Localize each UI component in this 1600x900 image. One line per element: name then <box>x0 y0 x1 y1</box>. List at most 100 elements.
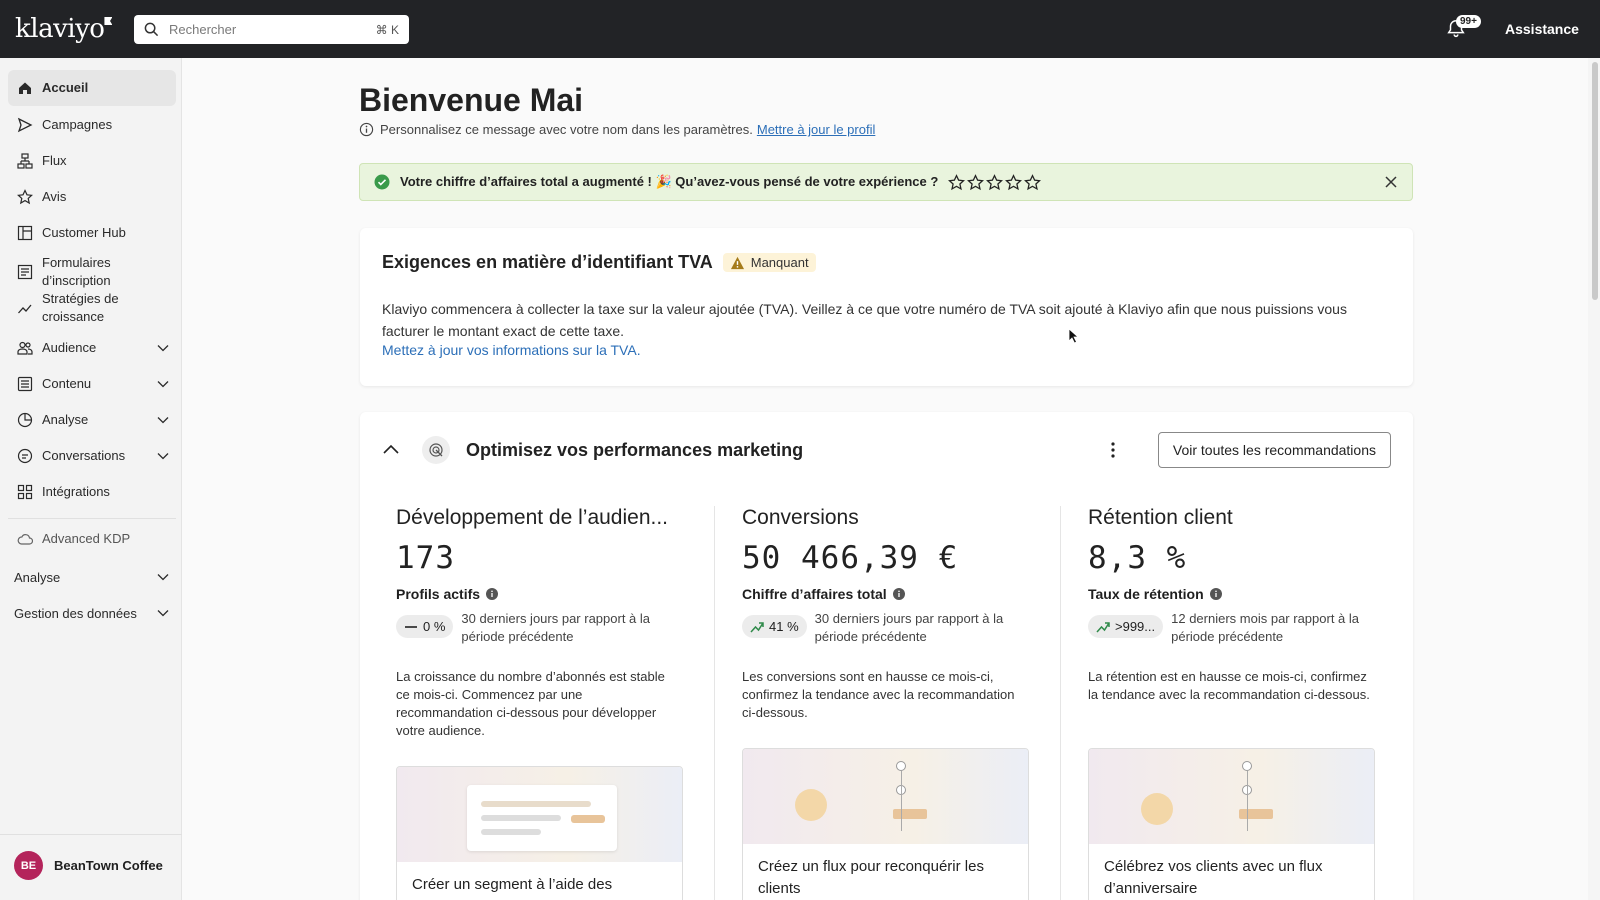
recommendation-card[interactable]: Créez un flux pour reconquérir les clien… <box>742 748 1029 900</box>
vat-card: Exigences en matière d’identifiant TVA M… <box>360 228 1413 386</box>
recommendation-title: Créer un segment à l’aide des <box>412 876 613 893</box>
sidebar-item-analyse[interactable]: Analyse <box>8 409 176 431</box>
scrollbar-thumb[interactable] <box>1592 62 1598 300</box>
recommendation-illustration <box>397 767 682 862</box>
star-rating-3-icon[interactable] <box>986 173 1004 191</box>
subtitle-text: Personnalisez ce message avec votre nom … <box>380 122 753 137</box>
recommendation-card[interactable]: Célébrez vos clients avec un flux d’anni… <box>1088 748 1375 900</box>
recommendation-illustration <box>1089 749 1374 844</box>
metric-value: 8,3 % <box>1088 540 1187 576</box>
column-description: La rétention est en hausse ce mois-ci, c… <box>1088 669 1370 702</box>
column-description: La croissance du nombre d’abonnés est st… <box>396 669 665 738</box>
comparison-period: 12 derniers mois par rapport à la périod… <box>1171 611 1359 644</box>
vat-description: Klaviyo commencera à collecter la taxe s… <box>382 301 1347 339</box>
star-rating-2-icon[interactable] <box>967 173 985 191</box>
check-circle-icon <box>374 174 390 190</box>
chevron-up-icon[interactable] <box>382 441 400 459</box>
search-shortcut: ⌘ K <box>375 22 399 37</box>
info-icon[interactable] <box>486 588 499 600</box>
sidebar-item-advanced-kdp[interactable]: Advanced KDP <box>8 528 176 550</box>
flow-icon <box>16 152 34 170</box>
column-divider <box>1060 506 1061 900</box>
comparison: 0 % 30 derniers jours par rapport à la p… <box>396 610 696 646</box>
avatar: BE <box>14 851 43 880</box>
sidebar-item-audience[interactable]: Audience <box>8 337 176 359</box>
metric-label-text: Taux de rétention <box>1088 586 1204 602</box>
metric-label: Profils actifs <box>396 586 696 602</box>
view-all-recommendations-button[interactable]: Voir toutes les recommandations <box>1157 432 1391 468</box>
sidebar-item-avis[interactable]: Avis <box>8 186 176 208</box>
search-placeholder: Rechercher <box>169 22 237 37</box>
sidebar-item-strategies[interactable]: Stratégies de croissance <box>8 290 176 326</box>
sidebar-item-formulaires[interactable]: Formulaires d’inscription <box>8 254 176 290</box>
account-switcher[interactable]: BE BeanTown Coffee <box>14 851 163 880</box>
badge-text: Manquant <box>750 255 809 270</box>
info-icon[interactable] <box>892 588 905 600</box>
sidebar-item-label: Campagnes <box>42 117 113 132</box>
chevron-down-icon <box>157 381 169 388</box>
home-icon <box>16 79 34 97</box>
sidebar-item-label: Avis <box>42 189 67 204</box>
metric-label: Chiffre d’affaires total <box>742 586 1042 602</box>
sidebar-section-data[interactable]: Gestion des données <box>14 604 170 622</box>
sidebar-item-label: Formulaires d’inscription <box>42 255 111 288</box>
assistance-button[interactable]: Assistance <box>1505 21 1579 37</box>
klaviyo-logo[interactable]: klaviyo <box>15 14 113 44</box>
star-rating-4-icon[interactable] <box>1005 173 1023 191</box>
sidebar-item-flux[interactable]: Flux <box>8 150 176 172</box>
sidebar-section-analyse[interactable]: Analyse <box>14 568 170 586</box>
sidebar-item-label: Analyse <box>42 412 89 427</box>
sidebar-item-label: Audience <box>42 340 97 355</box>
close-icon[interactable] <box>1384 175 1398 189</box>
chevron-down-icon <box>157 610 169 617</box>
sidebar-item-label: Advanced KDP <box>42 531 131 546</box>
search-input[interactable]: Rechercher ⌘ K <box>134 15 409 44</box>
banner-text: Votre chiffre d’affaires total a augment… <box>400 174 939 189</box>
recommendation-title: Célébrez vos clients avec un flux d’anni… <box>1104 858 1323 897</box>
optimize-header: Optimisez vos performances marketing Voi… <box>382 432 1391 468</box>
comparison: >999... 12 derniers mois par rapport à l… <box>1088 610 1388 646</box>
account-name: BeanTown Coffee <box>54 858 163 873</box>
sidebar-item-customer-hub[interactable]: Customer Hub <box>8 222 176 244</box>
sidebar-item-label: Contenu <box>42 376 92 391</box>
recommendation-title: Créez un flux pour reconquérir les clien… <box>758 858 984 897</box>
retention-column: Rétention client 8,3 % Taux de rétention… <box>1088 506 1388 704</box>
metric-label-text: Chiffre d’affaires total <box>742 586 887 602</box>
vat-update-link[interactable]: Mettez à jour vos informations sur la TV… <box>382 342 641 358</box>
trend-up-icon <box>750 621 764 633</box>
change-value: >999... <box>1115 619 1156 634</box>
sidebar-item-label: Flux <box>42 153 67 168</box>
info-icon[interactable] <box>1209 588 1222 600</box>
change-value: 41 % <box>769 619 799 634</box>
star-rating-5-icon[interactable] <box>1024 173 1042 191</box>
sidebar-item-accueil[interactable]: Accueil <box>8 70 176 106</box>
change-pill: >999... <box>1088 615 1164 638</box>
recommendation-illustration <box>743 749 1028 844</box>
star-icon <box>16 188 34 206</box>
star-rating-1-icon[interactable] <box>948 173 966 191</box>
sidebar-section-label: Gestion des données <box>14 605 137 621</box>
sidebar-item-contenu[interactable]: Contenu <box>8 373 176 395</box>
more-options-icon[interactable] <box>1103 440 1123 460</box>
info-icon <box>359 122 374 137</box>
sidebar-item-label: Accueil <box>42 80 89 95</box>
metric-label: Taux de rétention <box>1088 586 1388 602</box>
chevron-down-icon <box>157 453 169 460</box>
metric-value: 50 466,39 € <box>742 540 959 576</box>
chevron-down-icon <box>157 417 169 424</box>
change-value: 0 % <box>423 619 446 634</box>
sidebar-item-conversations[interactable]: Conversations <box>8 445 176 467</box>
page-title: Bienvenue Mai <box>359 82 584 118</box>
update-profile-link[interactable]: Mettre à jour le profil <box>757 122 876 137</box>
sidebar-bottom-divider <box>0 834 182 835</box>
audience-growth-column: Développement de l’audien... 173 Profils… <box>396 506 696 740</box>
sidebar-item-campagnes[interactable]: Campagnes <box>8 114 176 136</box>
content-icon <box>16 375 34 393</box>
trend-up-icon <box>1096 621 1110 633</box>
comparison-period: 30 derniers jours par rapport à la pério… <box>461 611 651 644</box>
recommendation-card[interactable]: Créer un segment à l’aide des <box>396 766 683 900</box>
flat-trend-icon <box>405 625 417 628</box>
sidebar-item-integrations[interactable]: Intégrations <box>8 481 176 503</box>
success-banner: Votre chiffre d’affaires total a augment… <box>359 163 1413 201</box>
hub-icon <box>16 224 34 242</box>
